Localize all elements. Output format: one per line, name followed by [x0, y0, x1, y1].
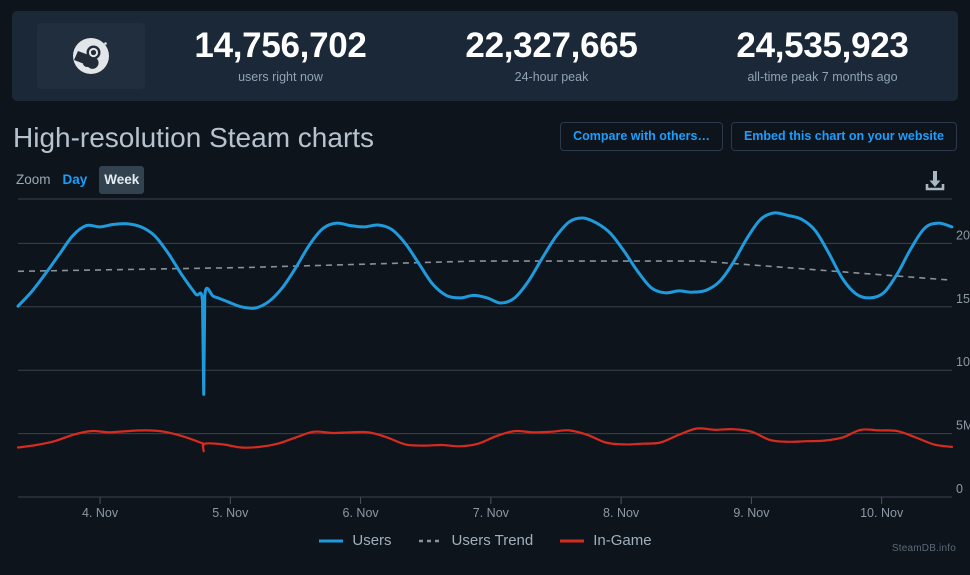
stats-card: 14,756,702 users right now 22,327,665 24…	[12, 11, 958, 101]
svg-text:8. Nov: 8. Nov	[603, 506, 640, 520]
legend-label: In-Game	[593, 532, 652, 549]
svg-text:5M: 5M	[956, 419, 970, 433]
page-title: High-resolution Steam charts	[13, 122, 375, 153]
compare-with-others-button[interactable]: Compare with others…	[560, 122, 723, 151]
svg-text:10. Nov: 10. Nov	[860, 506, 904, 520]
stat-24-hour-peak: 22,327,665 24-hour peak	[416, 25, 687, 88]
stats-list: 14,756,702 users right now 22,327,665 24…	[145, 11, 958, 101]
svg-text:7. Nov: 7. Nov	[473, 506, 510, 520]
stat-value: 24,535,923	[736, 25, 909, 65]
chart-legend: Users Users Trend In-Game	[0, 531, 970, 551]
download-icon[interactable]	[922, 168, 948, 194]
svg-text:10M: 10M	[956, 355, 970, 369]
svg-text:6. Nov: 6. Nov	[343, 506, 380, 520]
stat-label: all-time peak 7 months ago	[747, 69, 898, 84]
title-row: High-resolution Steam charts Compare wit…	[13, 118, 957, 158]
legend-item-users[interactable]: Users	[318, 531, 392, 551]
legend-label: Users Trend	[451, 532, 534, 549]
steamdb-charts-page: 14,756,702 users right now 22,327,665 24…	[0, 0, 970, 575]
stat-value: 22,327,665	[465, 25, 638, 65]
embed-chart-button[interactable]: Embed this chart on your website	[730, 122, 957, 151]
steam-users-chart[interactable]: 0 5M 10M 15M 20M 4. Nov 5. Nov 6. Nov 7. Nov 8. …	[0, 196, 970, 526]
steam-logo-icon	[69, 34, 113, 78]
svg-text:15M: 15M	[956, 292, 970, 306]
stat-label: 24-hour peak	[514, 69, 589, 84]
zoom-label: Zoom	[16, 172, 51, 187]
zoom-selector: Zoom Day Week	[16, 166, 145, 194]
steamdb-watermark: SteamDB.info	[891, 543, 956, 554]
legend-swatch-users	[319, 539, 344, 543]
svg-text:5. Nov: 5. Nov	[212, 506, 249, 520]
svg-text:4. Nov: 4. Nov	[82, 506, 119, 520]
stat-users-right-now: 14,756,702 users right now	[145, 25, 416, 88]
svg-text:20M: 20M	[956, 228, 970, 242]
stat-label: users right now	[238, 69, 323, 84]
legend-swatch-in-game	[560, 539, 585, 543]
svg-text:9. Nov: 9. Nov	[733, 506, 770, 520]
stat-all-time-peak: 24,535,923 all-time peak 7 months ago	[687, 25, 958, 88]
zoom-option-week[interactable]: Week	[99, 166, 145, 194]
legend-item-in-game[interactable]: In-Game	[559, 531, 652, 551]
chart-actions: Compare with others… Embed this chart on…	[560, 122, 957, 151]
legend-item-users-trend[interactable]: Users Trend	[418, 531, 534, 551]
legend-swatch-users-trend	[418, 539, 443, 543]
svg-text:0: 0	[956, 482, 963, 496]
zoom-option-day[interactable]: Day	[60, 166, 91, 194]
steam-logo-box	[37, 23, 145, 89]
legend-label: Users	[352, 532, 392, 549]
stat-value: 14,756,702	[194, 25, 367, 65]
